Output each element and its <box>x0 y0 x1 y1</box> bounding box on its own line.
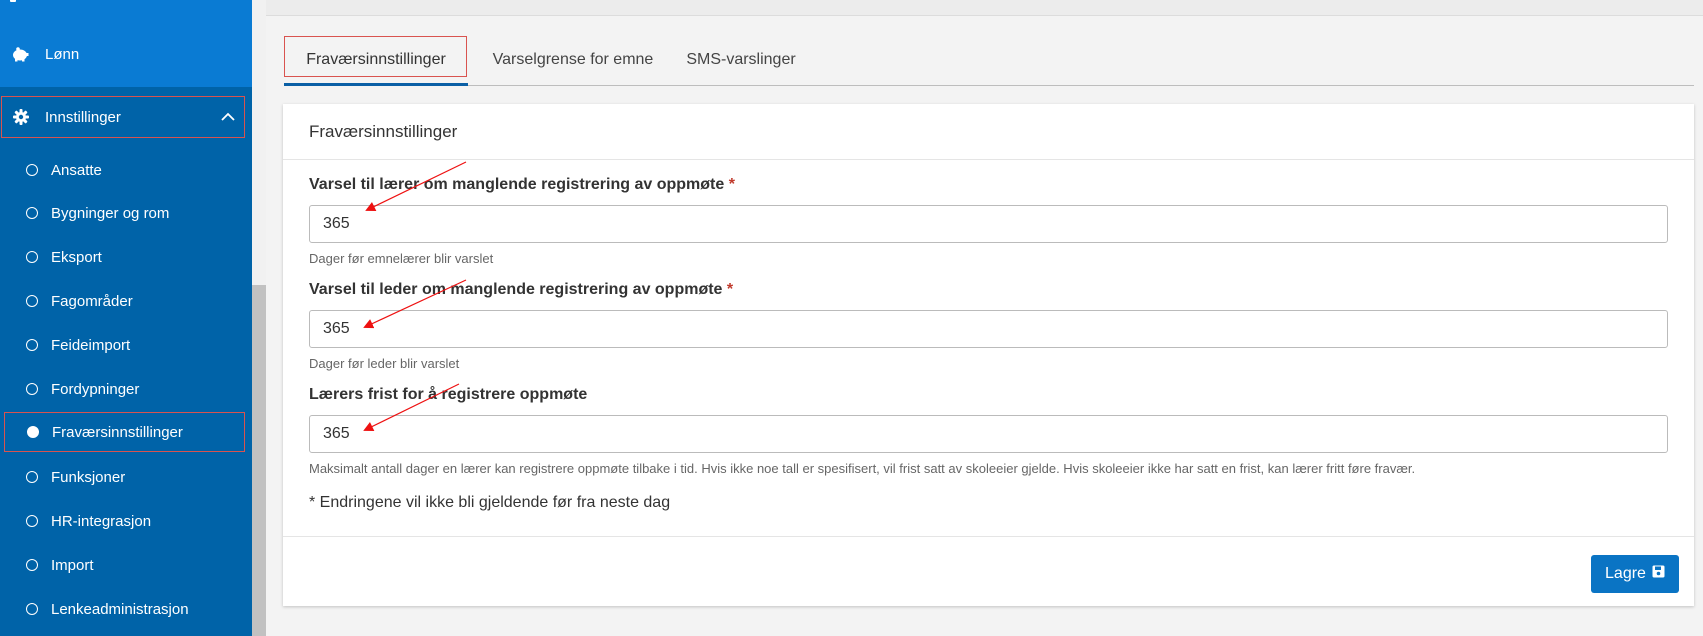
sidebar-item-feideimport[interactable]: Feideimport <box>0 325 252 365</box>
field-label-teacher-notice: Varsel til lærer om manglende registreri… <box>309 176 735 194</box>
card-footer: Lagre <box>283 536 1694 606</box>
label-text: Varsel til leder om manglende registreri… <box>309 281 723 298</box>
card-title: Fraværsinnstillinger <box>283 104 1694 160</box>
sidebar-item-label: Funksjoner <box>51 468 126 486</box>
tab-sms-varslinger[interactable]: SMS-varslinger <box>677 36 805 84</box>
gear-icon <box>12 108 30 126</box>
sidebar-item-label: Fordypninger <box>51 380 140 398</box>
label-text: Varsel til lærer om manglende registreri… <box>309 176 725 193</box>
sidebar-item-fravaersinnstillinger[interactable]: Fraværsinnstillinger <box>4 412 245 452</box>
circle-icon <box>26 559 38 571</box>
sidebar-item-lenkeadministrasjon[interactable]: Lenkeadministrasjon <box>0 589 252 629</box>
circle-icon <box>26 515 38 527</box>
circle-icon <box>26 251 38 263</box>
tab-label: SMS-varslinger <box>686 51 796 68</box>
sidebar-item-label: Fagområder <box>51 292 133 310</box>
sidebar-item-ansatte[interactable]: Ansatte <box>0 150 252 190</box>
sidebar-item-bygninger-og-rom[interactable]: Bygninger og rom <box>0 193 252 233</box>
piggy-bank-icon <box>10 44 30 64</box>
sidebar-item-fagomrader[interactable]: Fagområder <box>0 281 252 321</box>
required-mark: * <box>726 281 734 298</box>
circle-icon <box>26 295 38 307</box>
sidebar-item-label: Bygninger og rom <box>51 204 170 222</box>
required-mark: * <box>728 176 735 193</box>
teacher-notice-input[interactable]: 365 <box>309 205 1668 243</box>
tab-fravaersinnstillinger[interactable]: Fraværsinnstillinger <box>284 36 468 86</box>
teacher-deadline-input[interactable]: 365 <box>309 415 1668 453</box>
sidebar-item-fordypninger[interactable]: Fordypninger <box>0 369 252 409</box>
sidebar-item-label: Lønn <box>45 45 80 63</box>
save-button[interactable]: Lagre <box>1591 555 1679 593</box>
teacher-deadline-help: Maksimalt antall dager en lærer kan regi… <box>309 461 1416 476</box>
tab-varselgrense-for-emne[interactable]: Varselgrense for emne <box>487 36 659 84</box>
circle-icon <box>26 207 38 219</box>
sidebar-item-label: Import <box>51 556 94 574</box>
floppy-disk-icon <box>1652 565 1665 583</box>
label-text: Lærers frist for å registrere oppmøte <box>309 386 588 403</box>
changes-note: * Endringene vil ikke bli gjeldende før … <box>309 494 671 511</box>
circle-icon <box>26 471 38 483</box>
cropped-icon <box>10 0 16 2</box>
sidebar-top-section: Lønn <box>0 0 252 87</box>
sidebar-item-import[interactable]: Import <box>0 545 252 585</box>
settings-card: Fraværsinnstillinger Varsel til lærer om… <box>283 104 1694 606</box>
circle-icon <box>26 164 38 176</box>
teacher-notice-help: Dager før emnelærer blir varslet <box>309 251 494 266</box>
tab-label: Varselgrense for emne <box>492 51 654 68</box>
sidebar-item-label: Ansatte <box>51 161 102 179</box>
field-label-teacher-deadline: Lærers frist for å registrere oppmøte <box>309 386 587 404</box>
sidebar-section-innstillinger[interactable]: Innstillinger <box>1 96 245 138</box>
filled-circle-icon <box>27 426 39 438</box>
highlight-box <box>284 36 467 77</box>
circle-icon <box>26 339 38 351</box>
sidebar-section-label: Innstillinger <box>45 108 121 126</box>
chevron-up-icon <box>220 109 236 125</box>
sidebar-item-label: Fraværsinnstillinger <box>52 423 183 441</box>
save-button-label: Lagre <box>1605 565 1646 582</box>
sidebar-item-label: Lenkeadministrasjon <box>51 600 189 618</box>
sidebar-item-label: Eksport <box>51 248 102 266</box>
sidebar: Lønn Innstillinger Ansatte Bygninger og … <box>0 0 252 636</box>
sidebar-item-eksport[interactable]: Eksport <box>0 237 252 277</box>
sidebar-item-label: Feideimport <box>51 336 131 354</box>
sidebar-item-lonn[interactable]: Lønn <box>0 34 252 74</box>
sidebar-scrollbar-thumb[interactable] <box>252 285 266 636</box>
sidebar-item-label: HR-integrasjon <box>51 512 152 530</box>
sidebar-item-hr-integrasjon[interactable]: HR-integrasjon <box>0 501 252 541</box>
leader-notice-input[interactable]: 365 <box>309 310 1668 348</box>
circle-icon <box>26 383 38 395</box>
top-strip <box>266 0 1703 16</box>
sidebar-item-funksjoner[interactable]: Funksjoner <box>0 457 252 497</box>
field-label-leader-notice: Varsel til leder om manglende registreri… <box>309 281 733 299</box>
leader-notice-help: Dager før leder blir varslet <box>309 356 460 371</box>
circle-icon <box>26 603 38 615</box>
tab-bar: Fraværsinnstillinger Varselgrense for em… <box>284 36 1694 86</box>
